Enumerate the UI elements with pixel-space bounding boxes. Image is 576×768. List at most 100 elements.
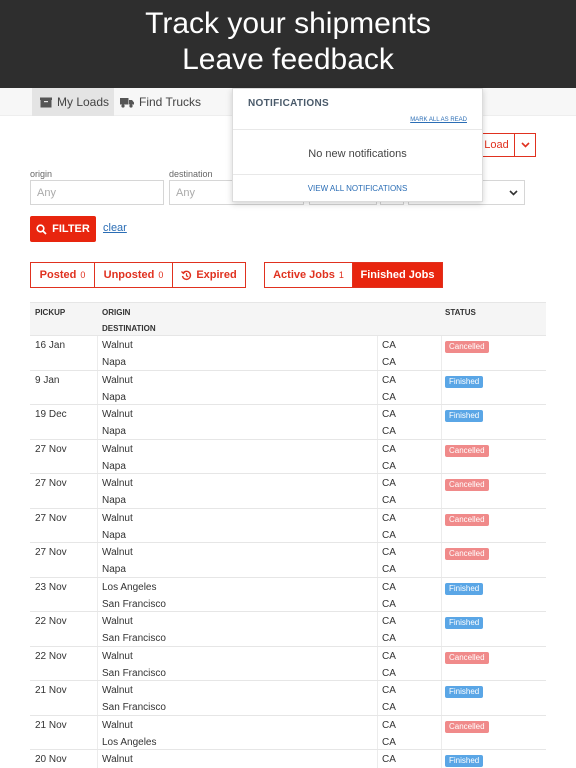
filter-button-label: FILTER xyxy=(52,223,90,235)
column-divider xyxy=(441,612,442,646)
tab-active-jobs-count: 1 xyxy=(338,270,344,280)
load-button[interactable]: Load xyxy=(478,133,514,157)
table-row[interactable]: 22 Nov Walnut CA San Francisco CA Cancelled xyxy=(30,646,546,681)
origin-state: CA xyxy=(382,340,396,351)
destination-city: Napa xyxy=(102,357,126,368)
status-badge: Finished xyxy=(445,582,484,595)
destination-city: San Francisco xyxy=(102,633,166,644)
pickup-date: 9 Jan xyxy=(35,374,60,386)
tab-finished-jobs[interactable]: Finished Jobs xyxy=(352,262,443,288)
header-status: STATUS xyxy=(445,308,476,317)
column-divider xyxy=(377,508,378,542)
origin-city: Walnut xyxy=(102,443,133,455)
destination-state: CA xyxy=(382,564,396,575)
pickup-date: 27 Nov xyxy=(35,443,67,455)
table-row[interactable]: 27 Nov Walnut CA Napa CA Cancelled xyxy=(30,439,546,474)
table-row[interactable]: 27 Nov Walnut CA Napa CA Cancelled xyxy=(30,474,546,509)
view-all-notifications-link[interactable]: VIEW ALL NOTIFICATIONS xyxy=(233,184,482,193)
table-row[interactable]: 9 Jan Walnut CA Napa CA Finished xyxy=(30,370,546,405)
nav-tab-find-trucks[interactable]: Find Trucks xyxy=(120,88,210,116)
table-row[interactable]: 21 Nov Walnut CA Los Angeles CA Cancelled xyxy=(30,715,546,750)
status-badge: Cancelled xyxy=(445,651,489,664)
origin-city: Walnut xyxy=(102,409,133,420)
promo-banner: Track your shipments Leave feedback xyxy=(0,0,576,88)
column-divider xyxy=(377,612,378,646)
destination-city: San Francisco xyxy=(102,598,166,610)
header-destination: DESTINATION xyxy=(102,324,156,333)
tab-posted-label: Posted xyxy=(39,269,77,281)
status-badge: Cancelled xyxy=(445,444,489,457)
table-row[interactable]: 27 Nov Walnut CA Napa CA Cancelled xyxy=(30,543,546,578)
tab-active-jobs[interactable]: Active Jobs 1 xyxy=(264,262,353,288)
mark-all-read-link[interactable]: MARK ALL AS READ xyxy=(410,117,467,123)
column-divider xyxy=(97,646,98,680)
status-badge: Finished xyxy=(445,686,484,698)
destination-city: Los Angeles xyxy=(102,736,157,748)
origin-input[interactable]: Any xyxy=(30,180,164,205)
load-dropdown-button[interactable] xyxy=(514,133,536,157)
table-row[interactable]: 23 Nov Los Angeles CA San Francisco CA Finish… xyxy=(30,577,546,612)
destination-state: CA xyxy=(382,598,396,610)
pickup-date: 27 Nov xyxy=(35,478,67,489)
destination-state: CA xyxy=(382,426,396,437)
table-row[interactable]: 20 Nov Walnut CA Finished xyxy=(30,750,546,768)
pickup-date: 20 Nov xyxy=(35,754,67,765)
origin-state: CA xyxy=(382,478,396,489)
clear-link[interactable]: clear xyxy=(103,222,127,234)
tab-posted[interactable]: Posted 0 xyxy=(30,262,95,288)
column-divider xyxy=(97,370,98,404)
origin-label: origin xyxy=(30,169,53,179)
nav-find-trucks-label: Find Trucks xyxy=(139,95,202,109)
table-row[interactable]: 21 Nov Walnut CA San Francisco CA Finished xyxy=(30,681,546,716)
tab-expired[interactable]: Expired xyxy=(172,262,246,288)
column-divider xyxy=(97,681,98,715)
table-row[interactable]: 19 Dec Walnut CA Napa CA Finished xyxy=(30,405,546,440)
origin-city: Walnut xyxy=(102,754,133,765)
pickup-date: 27 Nov xyxy=(35,512,67,524)
column-divider xyxy=(97,336,98,370)
loads-table: PICKUP ORIGIN DESTINATION STATUS 16 Jan W… xyxy=(30,302,546,768)
pickup-date: 22 Nov xyxy=(35,616,67,627)
destination-placeholder: Any xyxy=(176,186,195,199)
header-origin: ORIGIN xyxy=(102,308,131,317)
status-badge: Finished xyxy=(445,617,484,629)
table-row[interactable]: 27 Nov Walnut CA Napa CA Cancelled xyxy=(30,508,546,543)
destination-state: CA xyxy=(382,529,396,541)
origin-city: Walnut xyxy=(102,719,133,731)
destination-city: Napa xyxy=(102,460,126,472)
nav-tab-my-loads[interactable]: My Loads xyxy=(32,88,114,116)
column-divider xyxy=(377,681,378,715)
column-divider xyxy=(97,543,98,577)
tab-posted-count: 0 xyxy=(80,270,86,280)
origin-city: Walnut xyxy=(102,616,133,627)
destination-state: CA xyxy=(382,495,396,506)
load-button-label: Load xyxy=(484,139,509,151)
column-divider xyxy=(377,474,378,508)
origin-state: CA xyxy=(382,650,396,662)
origin-state: CA xyxy=(382,443,396,455)
filter-button[interactable]: FILTER xyxy=(30,216,96,242)
banner-line-2: Leave feedback xyxy=(182,43,394,76)
destination-city: Napa xyxy=(102,495,126,506)
origin-city: Walnut xyxy=(102,478,133,489)
origin-city: Walnut xyxy=(102,547,133,558)
tab-active-jobs-label: Active Jobs xyxy=(273,269,335,281)
destination-state: CA xyxy=(382,357,396,368)
column-divider xyxy=(441,681,442,715)
column-divider xyxy=(97,508,98,542)
status-badge: Cancelled xyxy=(445,341,489,353)
notifications-dropdown: NOTIFICATIONS MARK ALL AS READ No new no… xyxy=(232,88,483,202)
divider xyxy=(233,174,482,175)
column-divider xyxy=(97,405,98,439)
pickup-date: 27 Nov xyxy=(35,547,67,558)
column-divider xyxy=(377,543,378,577)
tab-unposted-label: Unposted xyxy=(103,269,155,281)
nav-my-loads-label: My Loads xyxy=(57,95,110,109)
table-row[interactable]: 22 Nov Walnut CA San Francisco CA Finished xyxy=(30,612,546,647)
column-divider xyxy=(377,715,378,749)
divider xyxy=(233,129,482,130)
origin-state: CA xyxy=(382,685,396,696)
column-divider xyxy=(441,577,442,611)
table-row[interactable]: 16 Jan Walnut CA Napa CA Cancelled xyxy=(30,336,546,371)
tab-unposted[interactable]: Unposted 0 xyxy=(94,262,173,288)
